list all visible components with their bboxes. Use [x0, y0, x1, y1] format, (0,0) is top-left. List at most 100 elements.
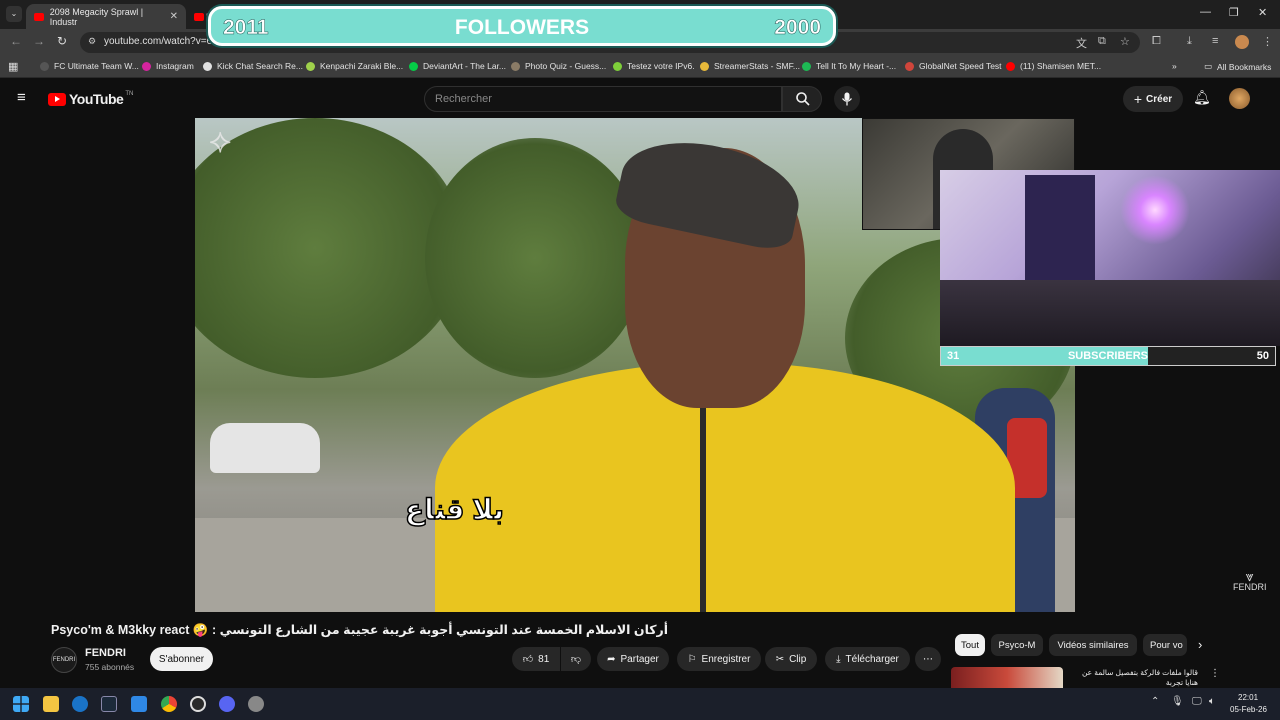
photo-quiz-icon: [511, 61, 520, 71]
share-icon: ➦: [607, 653, 616, 665]
close-window-icon[interactable]: ✕: [1258, 6, 1267, 19]
youtube-wordmark: YouTube: [69, 91, 124, 107]
menu-kebab-icon[interactable]: ⋮: [1262, 35, 1273, 48]
recommended-video-title[interactable]: قالوا ملفات فالركة بتفصيل سالمة عن هنايا…: [1068, 668, 1198, 688]
bookmark-icon: ⚐: [687, 653, 697, 665]
download-icon: ⤓: [836, 653, 841, 665]
bookmark-item[interactable]: FC Ultimate Team W...: [40, 61, 139, 71]
chip-similar[interactable]: Vidéos similaires: [1049, 634, 1137, 656]
close-tab-icon[interactable]: ✕: [170, 11, 178, 22]
tray-chevron-up-icon[interactable]: ⌃: [1151, 696, 1159, 707]
voice-search-button[interactable]: [834, 86, 860, 112]
bookmark-star-icon[interactable]: ☆: [1120, 35, 1130, 48]
discord-icon[interactable]: [219, 696, 235, 712]
all-bookmarks-button[interactable]: ▭ All Bookmarks: [1204, 61, 1271, 72]
media-control-icon[interactable]: ≡: [1212, 35, 1218, 47]
apps-grid-icon[interactable]: ▦: [8, 60, 18, 73]
share-button[interactable]: ➦ Partager: [597, 647, 669, 671]
bookmark-item[interactable]: Photo Quiz - Guess...: [511, 61, 606, 71]
search-placeholder: Rechercher: [435, 93, 492, 105]
create-label: Créer: [1146, 93, 1173, 105]
network-tray-icon[interactable]: 🖵: [1192, 696, 1202, 707]
translate-icon[interactable]: 文: [1076, 35, 1087, 51]
bookmark-item[interactable]: StreamerStats - SMF...: [700, 61, 800, 71]
volume-tray-icon[interactable]: 🔈︎: [1209, 696, 1215, 707]
like-count: 81: [538, 653, 550, 665]
purple-panel: [1025, 175, 1095, 280]
create-button[interactable]: + Créer: [1123, 86, 1183, 112]
channel-name[interactable]: FENDRI: [85, 647, 126, 659]
hamburger-menu-icon[interactable]: ≡: [17, 89, 26, 106]
account-avatar[interactable]: [1229, 88, 1250, 109]
neon-light-icon: [1120, 175, 1190, 245]
reload-icon[interactable]: ↻: [57, 34, 67, 48]
search-input[interactable]: Rechercher: [424, 86, 782, 112]
instagram-icon: [142, 61, 151, 71]
video-subtitle: بلا قناع: [404, 493, 504, 526]
notifications-bell-icon[interactable]: 🔔︎: [1193, 89, 1211, 106]
more-actions-button[interactable]: ⋯: [915, 647, 941, 671]
ea-icon: [40, 61, 49, 71]
chip-for-you[interactable]: Pour vo: [1143, 634, 1187, 656]
profile-avatar[interactable]: [1235, 35, 1249, 49]
country-code: TN: [125, 91, 134, 97]
bookmark-item[interactable]: Kenpachi Zaraki Ble...: [306, 61, 403, 71]
globalnet-icon: [905, 61, 914, 71]
download-button[interactable]: ⤓ Télécharger: [825, 647, 910, 671]
obs-icon[interactable]: [190, 696, 206, 712]
bookmark-item[interactable]: Tell It To My Heart -...: [802, 61, 896, 71]
steam-icon[interactable]: [101, 696, 117, 712]
maximize-icon[interactable]: ❐: [1229, 6, 1239, 19]
channel-avatar[interactable]: FENDRI: [51, 647, 77, 673]
dislike-button[interactable]: 👎︎: [561, 647, 591, 671]
fendri-logo-icon: ⩔: [1245, 568, 1254, 584]
like-button[interactable]: 👍︎ 81: [512, 647, 560, 671]
save-button[interactable]: ⚐ Enregistrer: [677, 647, 761, 671]
extensions-icon[interactable]: ⧠: [1152, 35, 1161, 48]
subscribers-goal: 50: [1256, 350, 1269, 362]
bookmark-item[interactable]: Kick Chat Search Re...: [203, 61, 303, 71]
install-app-icon[interactable]: ⧉: [1098, 35, 1106, 48]
recommended-more-icon[interactable]: ⋮: [1210, 668, 1220, 679]
channel-watermark-icon: ⟡: [209, 122, 232, 160]
windows-start-icon[interactable]: [13, 696, 29, 712]
chip-channel[interactable]: Psyco-M: [991, 634, 1043, 656]
youtube-logo[interactable]: YouTube TN: [48, 91, 133, 107]
chrome-icon[interactable]: [161, 696, 177, 712]
clip-button[interactable]: ✂ Clip: [765, 647, 817, 671]
chip-all[interactable]: Tout: [955, 634, 985, 656]
parked-car: [210, 423, 320, 473]
channel-subscriber-count: 755 abonnés: [85, 662, 135, 672]
plus-icon: +: [1133, 91, 1143, 107]
followers-label: FOLLOWERS: [454, 16, 590, 39]
tree-middle: [425, 138, 645, 378]
tab-active[interactable]: 2098 Megacity Sprawl | Industr ✕: [26, 4, 186, 29]
youtube-header: ≡ YouTube TN Rechercher + Créer 🔔︎: [0, 78, 1280, 119]
subscribe-button[interactable]: S'abonner: [150, 647, 213, 671]
outlook-icon[interactable]: [72, 696, 88, 712]
clock-time[interactable]: 22:01: [1238, 693, 1258, 702]
subscribers-label: SUBSCRIBERS: [1067, 350, 1149, 362]
clock-date[interactable]: 05-Feb-26: [1230, 705, 1267, 714]
tab-search-button[interactable]: ⌄: [6, 6, 22, 22]
back-icon[interactable]: ←: [10, 34, 22, 48]
microphone-tray-icon[interactable]: 🎙︎: [1171, 696, 1184, 707]
site-info-icon[interactable]: ⚙: [88, 36, 96, 47]
recommended-video-thumbnail[interactable]: [951, 667, 1063, 688]
bookmark-item[interactable]: Instagram: [142, 61, 194, 71]
forward-icon[interactable]: →: [33, 34, 45, 48]
settings-gear-icon[interactable]: [248, 696, 264, 712]
desk-setup: [940, 280, 1280, 346]
chevron-right-icon[interactable]: ›: [1198, 637, 1202, 652]
bookmark-item[interactable]: (11) Shamisen MET...: [1006, 61, 1101, 71]
bookmark-item[interactable]: DeviantArt - The Lar...: [409, 61, 506, 71]
downloads-icon[interactable]: ⤓: [1187, 35, 1192, 48]
file-explorer-icon[interactable]: [43, 696, 59, 712]
bookmark-item[interactable]: GlobalNet Speed Test: [905, 61, 1002, 71]
bookmarks-overflow-icon[interactable]: »: [1172, 61, 1177, 71]
app-blue-icon[interactable]: [131, 696, 147, 712]
search-button[interactable]: [782, 86, 822, 112]
bookmark-item[interactable]: Testez votre IPv6.: [613, 61, 695, 71]
kick-icon: [203, 61, 212, 71]
minimize-icon[interactable]: —: [1200, 6, 1211, 18]
